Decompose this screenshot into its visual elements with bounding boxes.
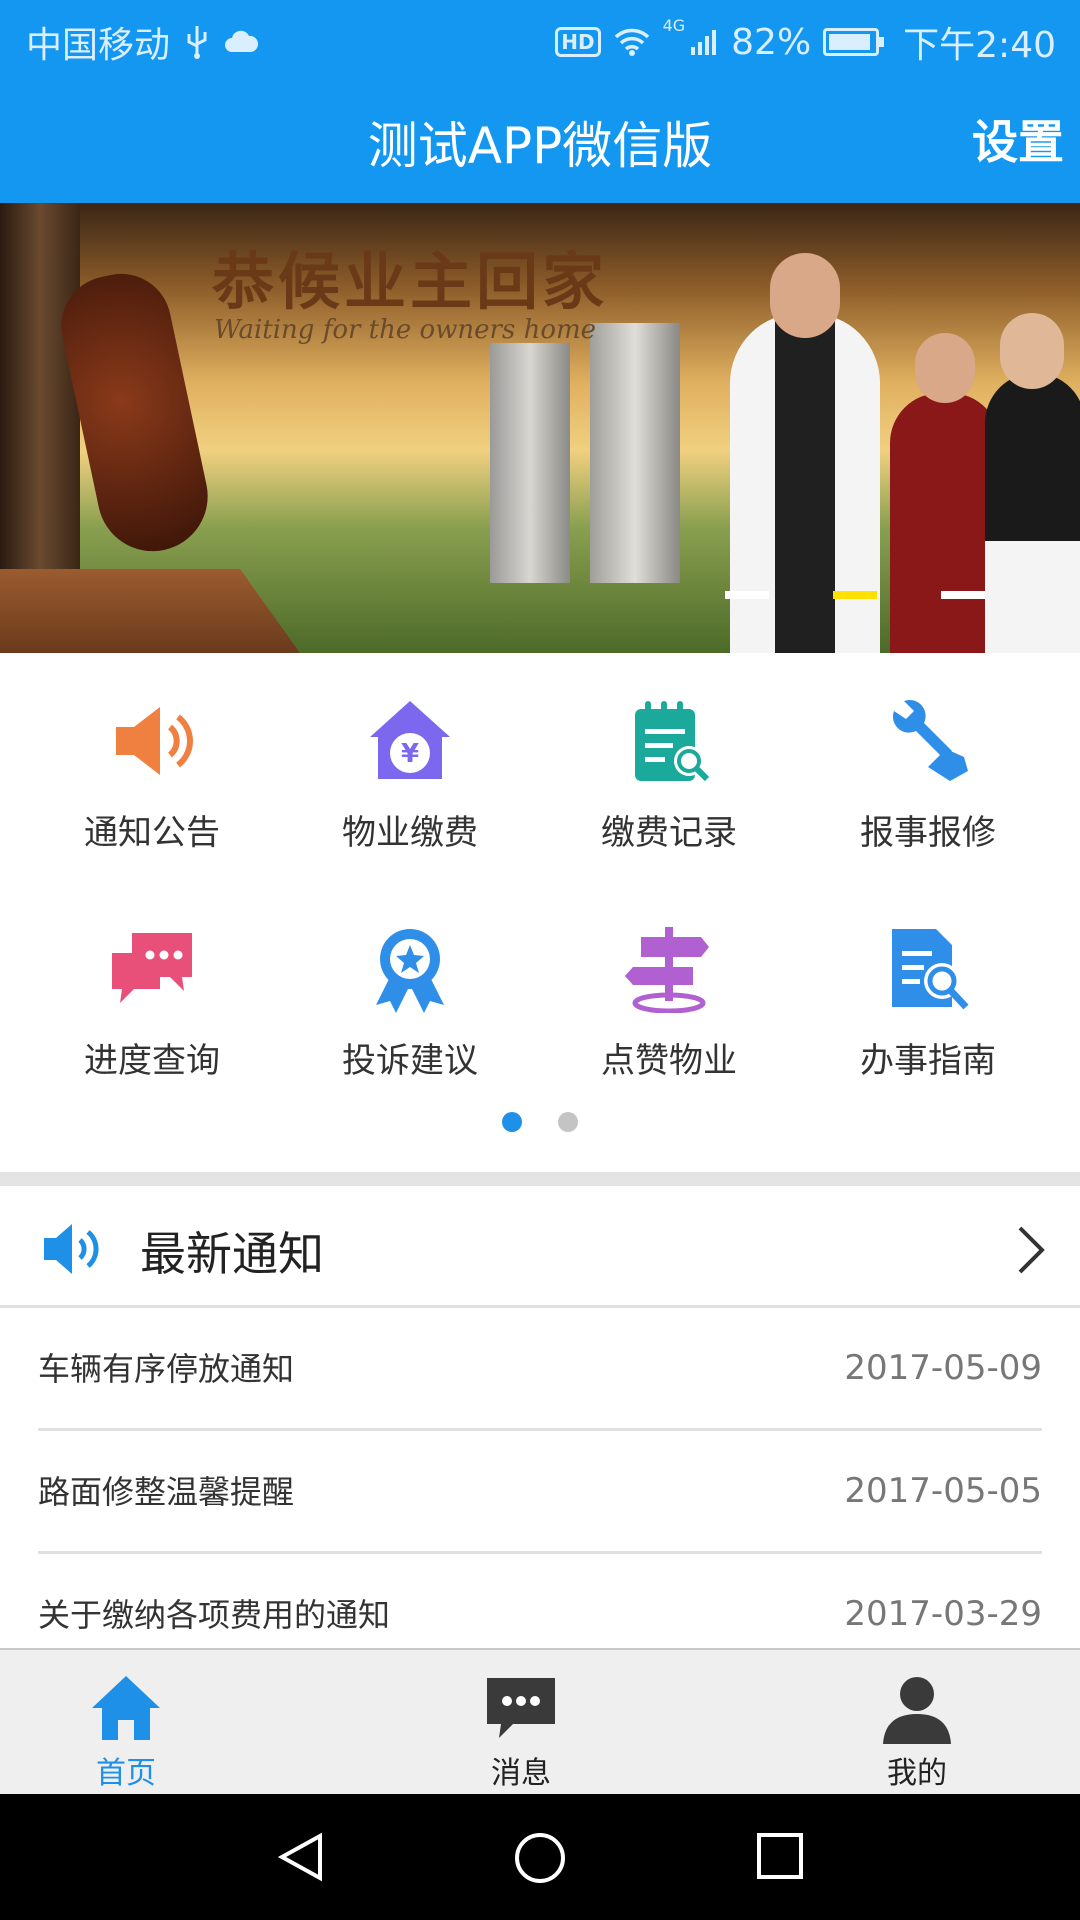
message-icon: [487, 1678, 555, 1738]
notice-title: 路面修整温馨提醒: [38, 1473, 295, 1511]
grid-item-label: 投诉建议: [342, 1041, 478, 1081]
page-dot: [502, 1112, 522, 1132]
person-icon: [883, 1677, 951, 1744]
grid-item-label: 通知公告: [84, 813, 220, 853]
system-nav-bar: [0, 1794, 1080, 1920]
grid-item-notice[interactable]: 通知公告: [17, 653, 287, 853]
back-icon[interactable]: [276, 1832, 326, 1882]
grid-item-label: 办事指南: [860, 1041, 996, 1081]
wrench-hand-icon: [892, 699, 968, 781]
battery-percent: 82%: [731, 21, 812, 63]
grid-item-label: 报事报修: [860, 813, 996, 853]
grid-item-payment-records[interactable]: 缴费记录: [534, 653, 804, 853]
grid-item-label: 物业缴费: [342, 813, 478, 853]
page-title: 测试APP微信版: [367, 117, 713, 175]
clock: 下午2:40: [903, 25, 1056, 66]
banner-tower: [490, 343, 570, 583]
network-label: 4G: [662, 16, 686, 35]
usb-icon: [187, 26, 207, 59]
tab-home[interactable]: 首页: [26, 1650, 226, 1796]
notice-item[interactable]: 路面修整温馨提醒 2017-05-05: [38, 1431, 1042, 1554]
status-bar: 中国移动 HD 4G 82% 下午2:40: [0, 0, 1080, 76]
grid-item-label: 进度查询: [84, 1041, 220, 1081]
bottom-tab-bar: 首页 消息 我的: [0, 1648, 1080, 1794]
grid-item-complaint[interactable]: 投诉建议: [275, 881, 545, 1081]
hd-badge: HD: [555, 27, 601, 57]
grid-item-like[interactable]: 点赞物业: [534, 881, 804, 1081]
function-grid: 通知公告 ¥ 物业缴费 缴费记录 报事报修 进度查询 投诉建议 点赞物业 办事指…: [0, 653, 1080, 1173]
tab-label: 我的: [887, 1756, 947, 1791]
page-dot: [558, 1112, 578, 1132]
svg-text:¥: ¥: [401, 739, 419, 769]
signpost-icon: [625, 927, 709, 1013]
home-nav-icon[interactable]: [514, 1832, 566, 1884]
grid-page-indicator: [0, 1112, 1080, 1132]
banner-indicator: [725, 591, 769, 599]
star-badge-icon: [376, 929, 444, 1013]
grid-item-label: 缴费记录: [601, 813, 737, 853]
wifi-icon: [614, 28, 649, 56]
tab-label: 消息: [491, 1756, 551, 1791]
home-icon: [92, 1676, 160, 1740]
notice-title: 车辆有序停放通知: [38, 1350, 295, 1388]
notepad-search-icon: [635, 701, 710, 782]
notice-date: 2017-05-05: [844, 1471, 1042, 1511]
carrier-label: 中国移动: [26, 25, 171, 66]
section-divider: [0, 1172, 1080, 1186]
speaker-icon: [116, 707, 193, 775]
chevron-right-icon: [1018, 1226, 1045, 1274]
notice-date: 2017-05-09: [844, 1348, 1042, 1388]
banner-indicator: [941, 591, 985, 599]
title-bar: 测试APP微信版 设置: [0, 76, 1080, 203]
signal-icon: [691, 30, 717, 55]
recents-icon[interactable]: [756, 1832, 804, 1880]
speaker-icon: [44, 1224, 99, 1274]
battery-icon: [823, 28, 885, 56]
grid-item-guide[interactable]: 办事指南: [793, 881, 1063, 1081]
settings-button[interactable]: 设置: [972, 106, 1064, 172]
banner-indicator: [833, 591, 877, 599]
banner-tower: [590, 323, 680, 583]
banner-headline: 恭候业主回家: [212, 245, 609, 318]
notices-title: 最新通知: [140, 1227, 324, 1281]
tab-messages[interactable]: 消息: [421, 1650, 621, 1796]
document-search-icon: [892, 929, 969, 1010]
grid-item-progress[interactable]: 进度查询: [17, 881, 287, 1081]
grid-item-payment[interactable]: ¥ 物业缴费: [275, 653, 545, 853]
notice-item[interactable]: 车辆有序停放通知 2017-05-09: [38, 1308, 1042, 1431]
cloud-icon: [225, 30, 259, 52]
grid-item-label: 点赞物业: [601, 1041, 737, 1081]
house-yen-icon: ¥: [370, 701, 450, 779]
notices-header[interactable]: 最新通知: [0, 1186, 1080, 1308]
banner-carousel[interactable]: 恭候业主回家 Waiting for the owners home: [0, 203, 1080, 653]
chat-bubbles-icon: [112, 933, 192, 1003]
tab-label: 首页: [96, 1756, 156, 1791]
tab-profile[interactable]: 我的: [817, 1650, 1017, 1796]
grid-item-repair[interactable]: 报事报修: [793, 653, 1063, 853]
banner-indicators: [725, 591, 985, 599]
notice-date: 2017-03-29: [844, 1594, 1042, 1634]
notice-title: 关于缴纳各项费用的通知: [38, 1596, 391, 1634]
banner-subtitle: Waiting for the owners home: [214, 315, 597, 345]
